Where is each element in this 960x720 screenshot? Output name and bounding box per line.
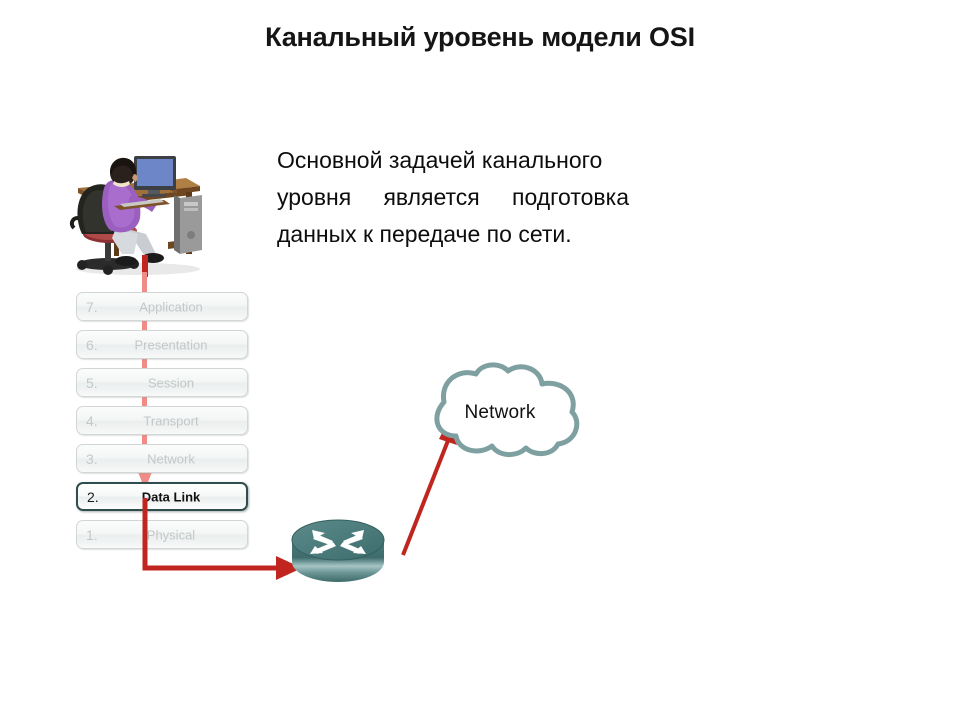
page-title: Канальный уровень модели OSI — [265, 22, 695, 52]
osi-layer-label: Presentation — [134, 337, 208, 352]
osi-layer-4-transport[interactable]: 4. Transport — [76, 406, 248, 435]
osi-layer-6-presentation[interactable]: 6. Presentation — [76, 330, 248, 359]
osi-layer-5-session[interactable]: 5. Session — [76, 368, 248, 397]
body-line-1: Основной задачей канального — [277, 147, 603, 173]
cisco-router-icon — [288, 516, 388, 590]
osi-layer-7-application[interactable]: 7. Application — [76, 292, 248, 321]
body-paragraph: Основной задачей канального уровня являет… — [277, 142, 629, 253]
osi-layer-3-network[interactable]: 3. Network — [76, 444, 248, 473]
osi-layer-label: Session — [147, 375, 195, 390]
osi-layer-label: Transport — [143, 413, 199, 428]
body-line-2: уровня является подготовка — [277, 184, 629, 210]
osi-layer-label: Application — [139, 299, 203, 314]
cloud-label: Network — [464, 402, 536, 423]
slide-canvas: Канальный уровень модели OSI Основной за… — [0, 0, 960, 720]
elbow-right-arrow-icon — [130, 498, 310, 588]
osi-layer-label: Network — [147, 451, 195, 466]
body-line-3: данных к передаче по сети. — [277, 221, 572, 247]
